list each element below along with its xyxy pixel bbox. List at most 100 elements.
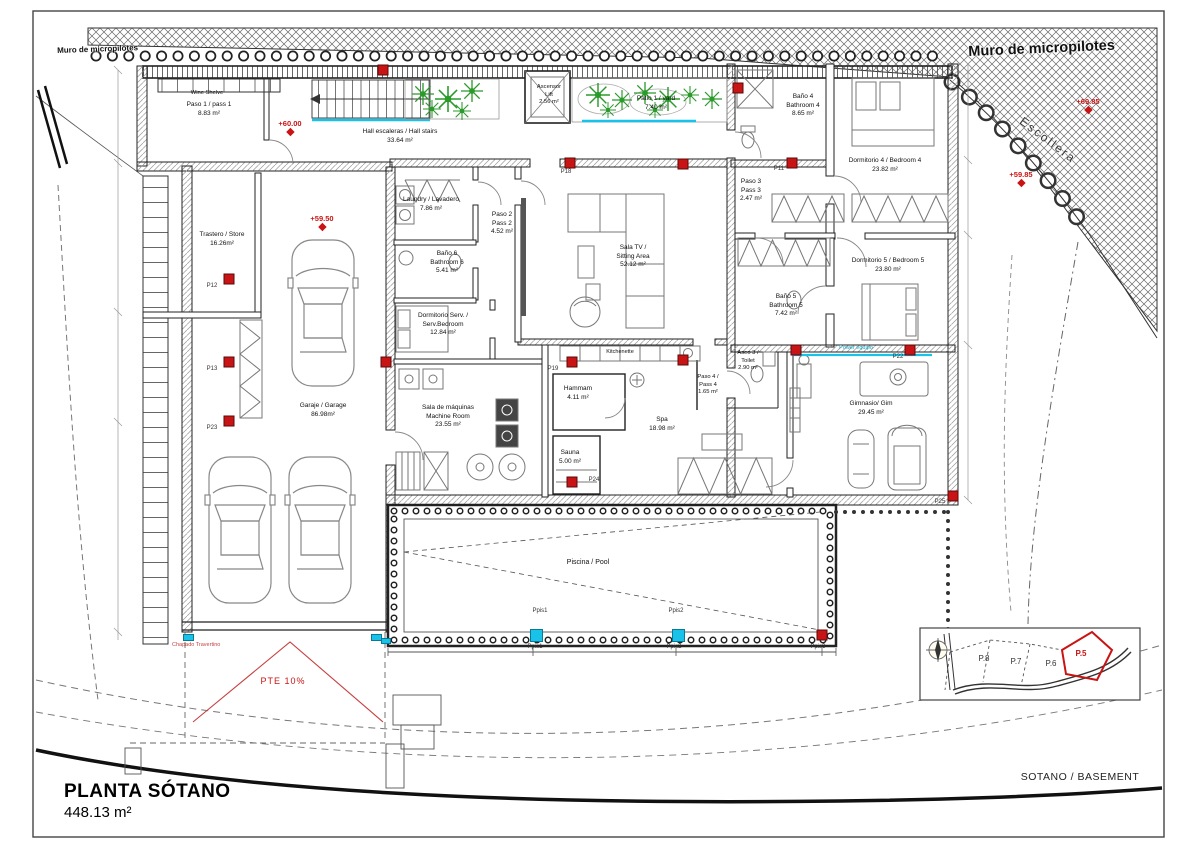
room-label: Laundry / Lavadero 7.86 m² — [403, 196, 459, 213]
room-label: Baño 6 Bathroom 6 5.41 m² — [430, 250, 464, 276]
room-name-line2: 23.80 m² — [852, 266, 925, 275]
room-name-line2: Bathroom 5 — [769, 302, 803, 311]
pillar-or-plot-label: P.8 — [979, 654, 990, 663]
room-name-line2: 18.98 m² — [649, 425, 675, 434]
room-name-line2: 7.86 m² — [403, 205, 459, 214]
room-label: Paso 4 / Pass 4 1.65 m² — [697, 374, 718, 397]
room-name-line2: Toilet — [737, 358, 758, 366]
room-area: 2.56 m² — [537, 99, 561, 107]
pillar-or-plot-label: P18 — [561, 169, 572, 175]
ramp-slope-label: PTE 10% — [260, 676, 305, 686]
pillar-or-plot-label: Ppis2 — [668, 608, 683, 614]
pillar-or-plot-label: P12 — [207, 283, 218, 289]
room-label: Baño 5 Bathroom 5 7.42 m² — [769, 293, 803, 319]
room-label: Dormitorio 5 / Bedroom 5 23.80 m² — [852, 257, 925, 274]
room-area: 1.65 m² — [697, 389, 718, 397]
room-label: Patio 1 / yard 7.40 m² — [637, 95, 675, 112]
pillar-or-plot-label: P22 — [893, 354, 904, 360]
room-name-line2: Bathroom 6 — [430, 259, 464, 268]
room-name-line1: Baño 6 — [430, 250, 464, 259]
room-area: 52.12 m² — [616, 261, 649, 270]
room-label: Spa 18.98 m² — [649, 416, 675, 433]
room-name-line1: Baño 4 — [786, 93, 820, 102]
room-name-line1: Paso 1 / pass 1 — [187, 101, 232, 110]
pillar-marker — [817, 630, 828, 641]
room-name-line1: Paso 3 — [740, 178, 762, 187]
pillar-or-plot-label: P11 — [774, 166, 784, 172]
room-area: 2.90 m² — [737, 365, 758, 373]
room-name-line2: Serv.Bedroom — [418, 321, 468, 330]
room-name-line2: Machine Room — [422, 413, 474, 422]
room-name-line1: Dormitorio 4 / Bedroom 4 — [849, 157, 922, 166]
pillar-marker — [224, 357, 235, 368]
room-name-line2: Pass 2 — [491, 220, 513, 229]
room-label: Garaje / Garage 86.98m² — [300, 402, 347, 419]
room-name-line2: 8.83 m² — [187, 110, 232, 119]
room-label: Dormitorio 4 / Bedroom 4 23.82 m² — [849, 157, 922, 174]
room-name-line2: Lift — [537, 92, 561, 100]
room-name-line1: Sala de máquinas — [422, 404, 474, 413]
room-name-line1: Laundry / Lavadero — [403, 196, 459, 205]
power-equipment-label: Power equipo — [839, 345, 873, 351]
room-label: Gimnasio/ Gim 29.45 m² — [850, 400, 893, 417]
utility-marker — [183, 634, 194, 641]
room-name-line2: 4.11 m² — [564, 394, 592, 403]
room-label: Paso 1 / pass 1 8.83 m² — [187, 101, 232, 118]
survey-point-icon — [286, 128, 294, 136]
survey-point-icon — [1084, 106, 1092, 114]
pillar-marker — [948, 491, 959, 502]
pillar-marker — [567, 477, 578, 488]
room-label: Baño 4 Bathroom 4 8.65 m² — [786, 93, 820, 119]
floor-plan-sheet: Muro de micropilotes Muro de micropilote… — [0, 0, 1200, 848]
survey-point-icon — [318, 223, 326, 231]
room-name-line1: Dormitorio 5 / Bedroom 5 — [852, 257, 925, 266]
room-label: Kitchenette — [606, 349, 634, 356]
room-name-line1: Hall escaleras / Hall stairs — [363, 128, 438, 137]
pillar-marker — [905, 345, 916, 356]
room-name-line2: Pass 4 — [697, 382, 718, 390]
room-label: Paso 3 Pass 3 2.47 m² — [740, 178, 762, 204]
room-name-line1: Dormitorio Serv. / — [418, 312, 468, 321]
room-name-line1: Piscina / Pool — [567, 558, 609, 567]
pillar-marker — [678, 355, 689, 366]
sheet-border — [33, 11, 1164, 837]
room-name-line2: 5.00 m² — [559, 458, 581, 467]
room-name-line2: Pass 3 — [740, 187, 762, 196]
elevation-mark: +59.85 — [1009, 170, 1032, 186]
pillar-marker — [791, 345, 802, 356]
pillar-or-plot-label: P.7 — [1011, 657, 1022, 666]
cladding-note-label: Chapado Travertino — [172, 642, 220, 648]
room-name-line1: Paso 2 — [491, 211, 513, 220]
pillar-or-plot-label: P25 — [935, 499, 946, 505]
pillar-or-plot-label: Ppis3 — [810, 644, 825, 650]
room-name-line1: Ascensor — [537, 84, 561, 92]
room-label: Paso 2 Pass 2 4.52 m² — [491, 211, 513, 237]
room-name-line1: Sala TV / — [616, 244, 649, 253]
room-area: 2.47 m² — [740, 195, 762, 204]
room-name-line1: Aseo 3 / — [737, 350, 758, 358]
room-label: Sauna 5.00 m² — [559, 449, 581, 466]
page-title-area: 448.13 m² — [64, 804, 132, 821]
room-area: 5.41 m² — [430, 267, 464, 276]
inset-map — [920, 628, 1140, 700]
plan-name-label: SOTANO / BASEMENT — [1021, 771, 1140, 783]
room-area: 7.42 m² — [769, 310, 803, 319]
utility-marker — [381, 638, 391, 644]
pillar-marker — [787, 158, 798, 169]
pillar-marker — [567, 357, 578, 368]
room-label: Trastero / Store 16.26m² — [200, 231, 245, 248]
pillar-marker — [678, 159, 689, 170]
elevation-mark: +59.50 — [310, 214, 333, 230]
utility-marker — [530, 629, 543, 642]
room-label: Hammam 4.11 m² — [564, 385, 592, 402]
pillar-or-plot-label: Ppis1 — [532, 608, 547, 614]
room-label: Sala TV / Sitting Area 52.12 m² — [616, 244, 649, 270]
room-name-line1: Wine Shelve — [191, 90, 224, 98]
room-name-line1: Hammam — [564, 385, 592, 394]
room-label: Ascensor Lift 2.56 m² — [537, 84, 561, 107]
pillar-marker — [381, 357, 392, 368]
room-area: 12.84 m² — [418, 329, 468, 338]
elevation-mark: +60.00 — [278, 119, 301, 135]
room-name-line2: 23.82 m² — [849, 166, 922, 175]
room-name-line1: Baño 5 — [769, 293, 803, 302]
